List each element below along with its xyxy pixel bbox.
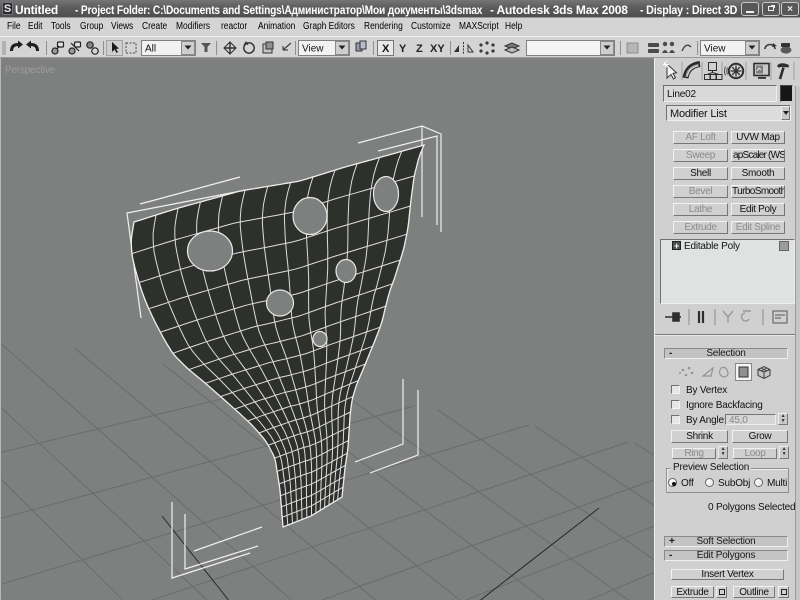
svg-text:Perspective: Perspective — [5, 65, 56, 76]
svg-text:XY: XY — [430, 43, 445, 55]
svg-text:View: View — [704, 44, 726, 55]
svg-text:X: X — [382, 43, 390, 55]
svg-text:Z: Z — [416, 43, 423, 55]
svg-text:View: View — [302, 44, 324, 55]
svg-text:Y: Y — [399, 43, 407, 55]
svg-text:All: All — [145, 44, 156, 55]
